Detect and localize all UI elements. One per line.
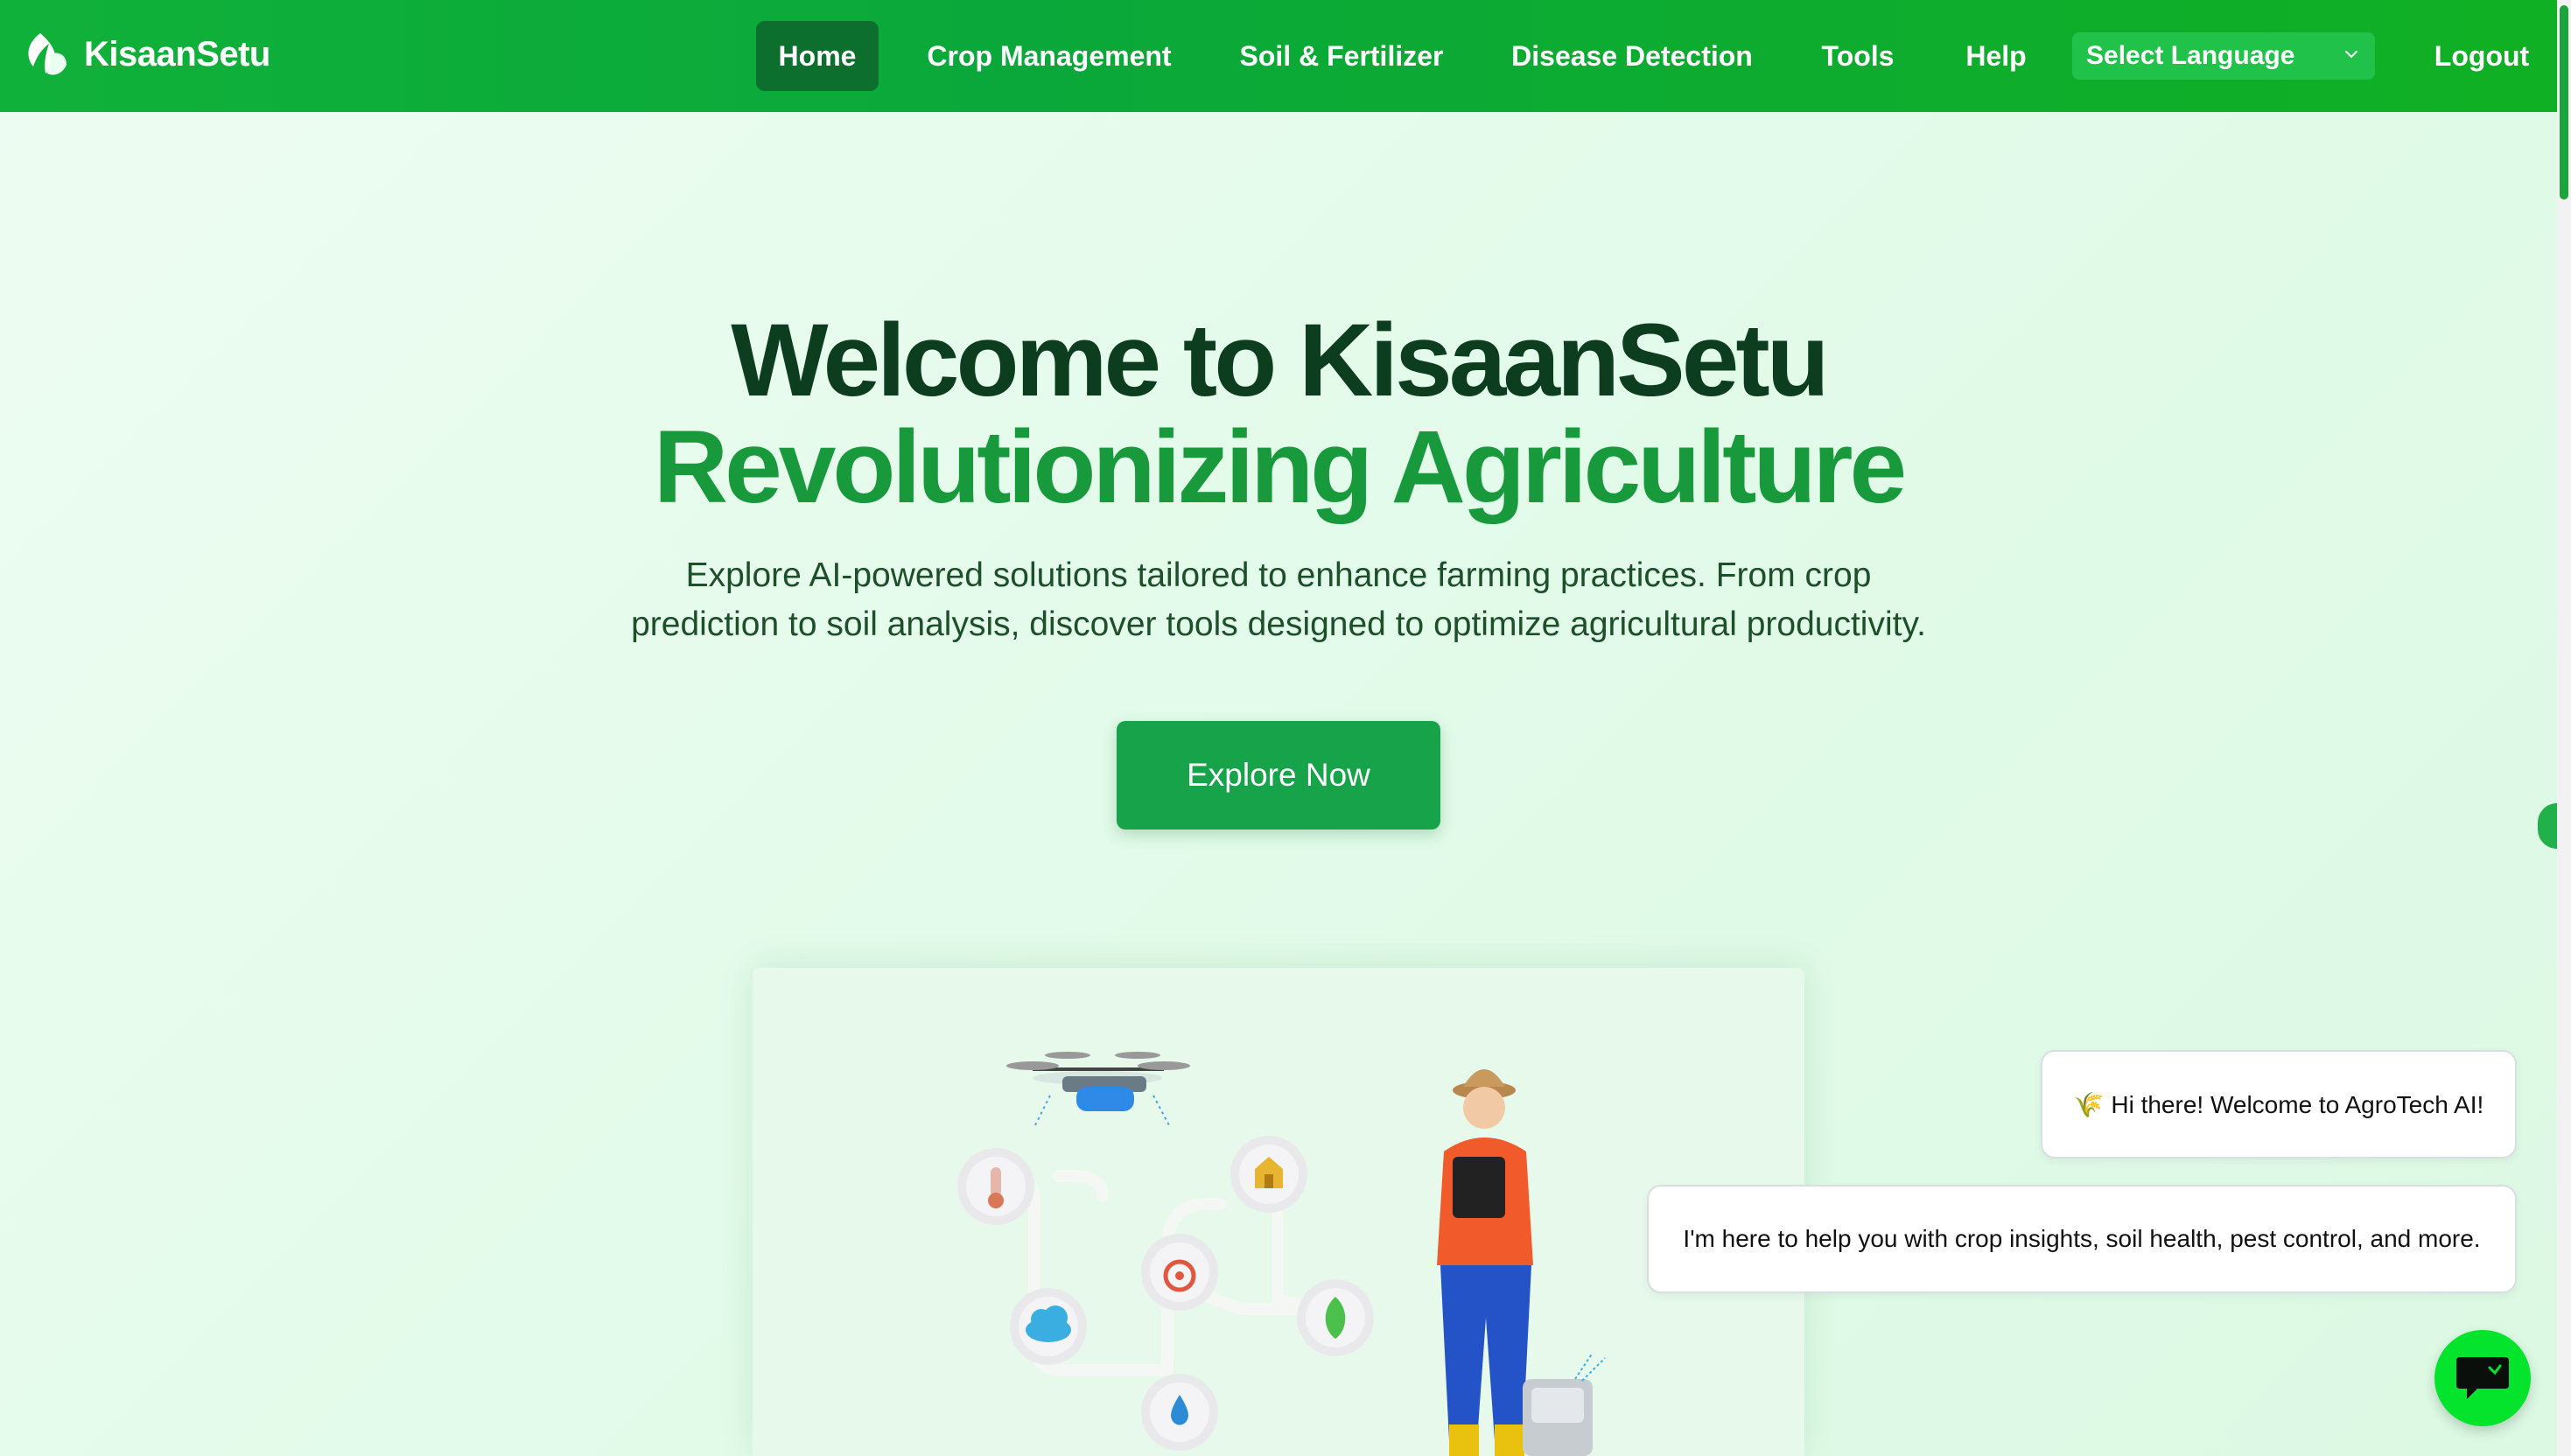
chat-toggle-button[interactable] — [2434, 1330, 2531, 1426]
logout-button[interactable]: Logout — [2412, 21, 2552, 91]
hero-subtitle: Revolutionizing Agriculture — [653, 410, 1907, 525]
chevron-down-icon — [2345, 51, 2357, 59]
hero-title: Welcome to KisaanSetu — [731, 303, 1830, 418]
drone-icon — [1006, 1052, 1190, 1128]
side-panel-handle[interactable] — [2538, 803, 2557, 849]
leaf-node-icon — [1297, 1279, 1374, 1356]
sprayer-machine-icon — [1523, 1352, 1606, 1456]
thermometer-node-icon — [957, 1148, 1034, 1225]
chat-intro-message: I'm here to help you with crop insights,… — [1647, 1185, 2517, 1293]
nav-item-disease-detection[interactable]: Disease Detection — [1500, 21, 1764, 91]
water-drop-node-icon — [1141, 1374, 1218, 1451]
hero-description-line-1: Explore AI-powered solutions tailored to… — [685, 556, 1872, 594]
farmer-figure-icon — [1437, 1069, 1533, 1456]
chat-greeting-message: 🌾 Hi there! Welcome to AgroTech AI! — [2041, 1050, 2517, 1158]
nav-item-soil-fertilizer[interactable]: Soil & Fertilizer — [1225, 21, 1458, 91]
nav-item-crop-management[interactable]: Crop Management — [919, 21, 1180, 91]
page-scrollbar[interactable] — [2557, 0, 2571, 1456]
top-navbar: KisaanSetu Home Crop Management Soil & F… — [0, 0, 2557, 112]
explore-now-button[interactable]: Explore Now — [1117, 721, 1440, 830]
brand-name: KisaanSetu — [84, 34, 270, 74]
chat-icon — [2456, 1357, 2509, 1399]
brand[interactable]: KisaanSetu — [23, 30, 270, 79]
nav-item-help[interactable]: Help — [1948, 21, 2044, 91]
scrollbar-thumb[interactable] — [2560, 5, 2568, 200]
nav-item-home[interactable]: Home — [756, 21, 879, 91]
language-select-value: Select Language — [2086, 41, 2295, 70]
barn-node-icon — [1230, 1136, 1307, 1213]
cloud-node-icon — [1010, 1288, 1087, 1365]
nav-item-tools[interactable]: Tools — [1810, 21, 1906, 91]
hero-description: Explore AI-powered solutions tailored to… — [604, 551, 1953, 649]
language-select[interactable]: Select Language — [2072, 32, 2375, 80]
hero-description-line-2: prediction to soil analysis, discover to… — [631, 606, 1926, 643]
target-node-icon — [1141, 1234, 1218, 1311]
leaf-logo-icon — [28, 33, 67, 75]
